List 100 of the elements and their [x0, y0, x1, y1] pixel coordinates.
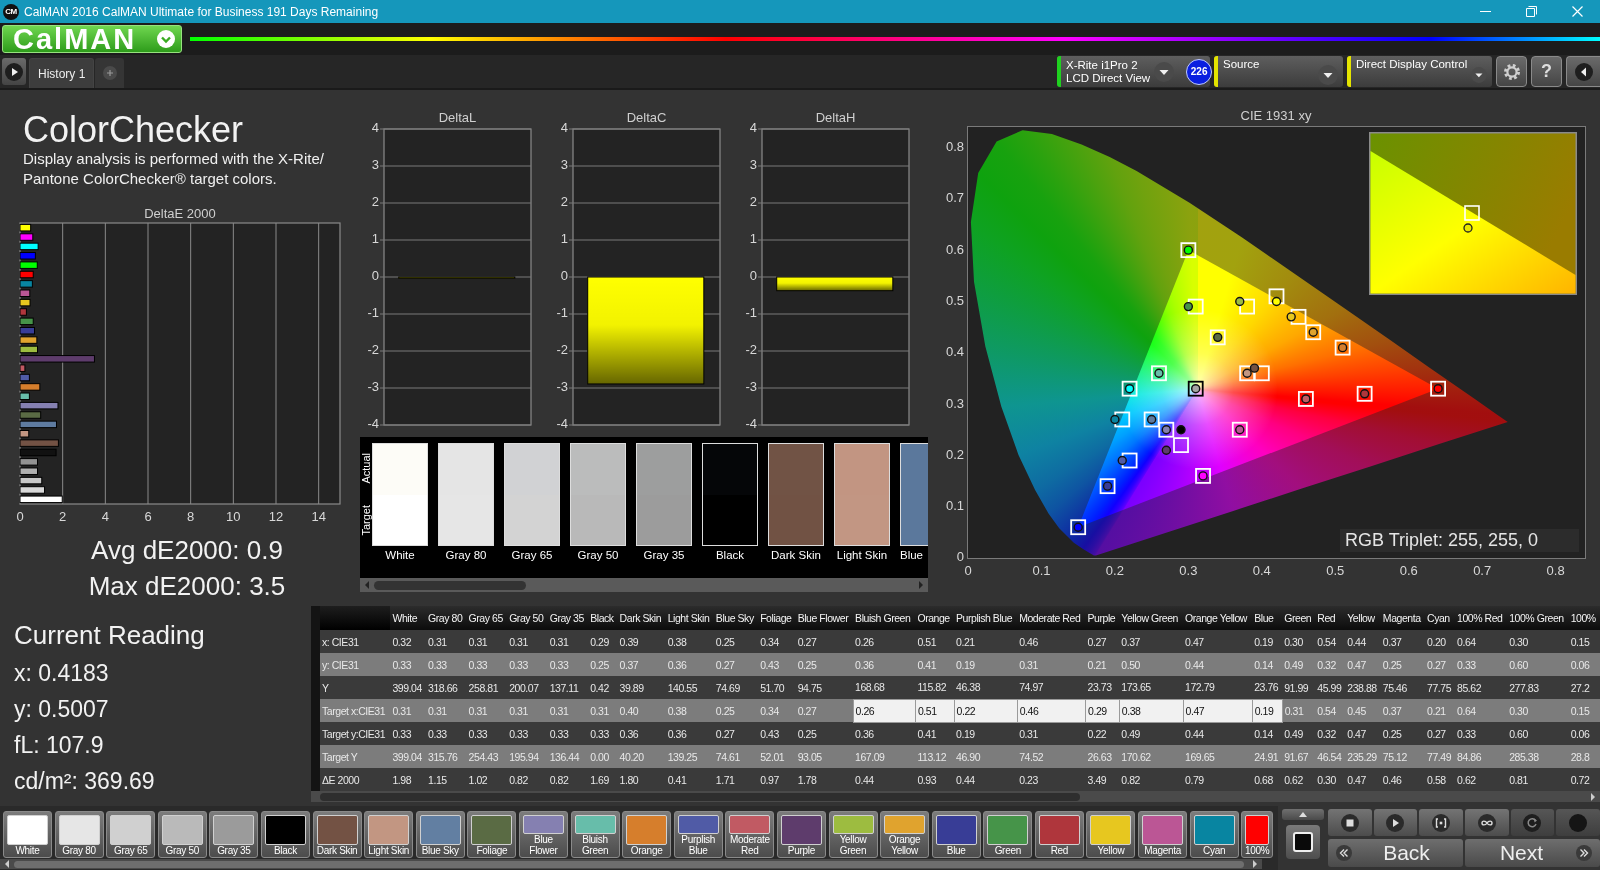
table-cell[interactable]: 1.69: [588, 768, 618, 791]
table-cell[interactable]: 24.91: [1252, 745, 1283, 768]
table-cell[interactable]: 0.44: [1183, 722, 1253, 745]
column-header[interactable]: Yellow: [1345, 606, 1381, 630]
patch-button[interactable]: Light Skin: [364, 811, 414, 858]
table-cell[interactable]: 170.62: [1119, 745, 1184, 768]
table-cell[interactable]: 52.01: [758, 745, 796, 768]
table-cell[interactable]: 0.47: [1345, 768, 1381, 791]
transport-button[interactable]: [1419, 809, 1463, 836]
table-cell[interactable]: 51.70: [758, 676, 796, 699]
patch-button[interactable]: Gray 65: [106, 811, 156, 858]
column-header[interactable]: Red: [1315, 606, 1346, 630]
table-cell[interactable]: 0.44: [1345, 630, 1381, 653]
table-cell[interactable]: 0.33: [466, 722, 508, 745]
column-header[interactable]: 100% Red: [1455, 606, 1508, 630]
table-cell[interactable]: 0.19: [954, 653, 1018, 676]
patch-button[interactable]: Red: [1034, 811, 1084, 858]
table-cell[interactable]: 28.8: [1568, 745, 1600, 768]
table-cell[interactable]: 0.93: [915, 768, 955, 791]
table-cell[interactable]: 0.22: [954, 699, 1018, 722]
column-header[interactable]: Black: [588, 606, 618, 630]
table-cell[interactable]: 0.50: [1119, 653, 1184, 676]
table-cell[interactable]: 0.14: [1252, 653, 1283, 676]
table-cell[interactable]: 74.97: [1017, 676, 1086, 699]
patch-button[interactable]: Moderate Red: [725, 811, 775, 858]
table-cell[interactable]: 0.72: [1568, 768, 1600, 791]
table-cell[interactable]: 0.37: [1380, 699, 1426, 722]
column-header[interactable]: Yellow Green: [1119, 606, 1184, 630]
table-cell[interactable]: 0.47: [1183, 630, 1253, 653]
table-cell[interactable]: 0.31: [507, 699, 548, 722]
transport-button[interactable]: [1465, 809, 1509, 836]
table-cell[interactable]: 0.42: [588, 676, 618, 699]
table-cell[interactable]: 0.26: [853, 699, 916, 722]
table-cell[interactable]: 1.02: [466, 768, 508, 791]
table-cell[interactable]: 0.00: [588, 745, 618, 768]
table-cell[interactable]: 23.73: [1085, 676, 1120, 699]
table-cell[interactable]: 94.75: [795, 676, 854, 699]
new-tab-button[interactable]: [95, 58, 125, 88]
table-cell[interactable]: 0.27: [795, 699, 854, 722]
table-cell[interactable]: 136.44: [547, 745, 589, 768]
table-cell[interactable]: 0.37: [617, 653, 666, 676]
column-header[interactable]: Gray 35: [547, 606, 589, 630]
table-cell[interactable]: 0.31: [588, 699, 618, 722]
stop-button[interactable]: [1286, 825, 1320, 859]
table-cell[interactable]: 74.69: [713, 676, 759, 699]
table-cell[interactable]: 0.27: [1425, 653, 1456, 676]
table-cell[interactable]: 115.82: [915, 676, 955, 699]
table-cell[interactable]: 0.51: [915, 630, 955, 653]
table-cell[interactable]: 40.20: [617, 745, 666, 768]
table-cell[interactable]: 0.45: [1345, 699, 1381, 722]
table-cell[interactable]: 0.31: [466, 630, 508, 653]
table-cell[interactable]: 0.27: [1085, 630, 1120, 653]
table-cell[interactable]: 0.81: [1507, 768, 1569, 791]
table-cell[interactable]: 0.20: [1425, 630, 1456, 653]
patch-button[interactable]: Orange Yellow: [880, 811, 930, 858]
table-cell[interactable]: 1.80: [617, 768, 666, 791]
table-cell[interactable]: 238.88: [1345, 676, 1381, 699]
column-header[interactable]: Blue: [1252, 606, 1283, 630]
table-cell[interactable]: 0.46: [1017, 630, 1086, 653]
column-header[interactable]: Cyan: [1425, 606, 1456, 630]
patch-button[interactable]: Purplish Blue: [673, 811, 723, 858]
column-header[interactable]: Light Skin: [665, 606, 714, 630]
next-button[interactable]: Next: [1465, 839, 1600, 867]
table-cell[interactable]: 0.33: [426, 653, 467, 676]
table-cell[interactable]: 0.32: [390, 630, 427, 653]
table-cell[interactable]: 0.60: [1507, 653, 1569, 676]
table-cell[interactable]: 3.49: [1085, 768, 1120, 791]
table-cell[interactable]: 39.89: [617, 676, 666, 699]
table-cell[interactable]: 77.75: [1425, 676, 1456, 699]
table-cell[interactable]: 75.12: [1380, 745, 1426, 768]
table-cell[interactable]: 258.81: [466, 676, 508, 699]
patch-button[interactable]: White: [3, 811, 52, 858]
table-cell[interactable]: 285.38: [1507, 745, 1569, 768]
patch-button[interactable]: Purple: [776, 811, 826, 858]
dropdown[interactable]: X-Rite i1Pro 2 LCD Direct View: [1066, 58, 1175, 85]
table-cell[interactable]: 0.43: [758, 722, 796, 745]
table-cell[interactable]: 0.14: [1252, 722, 1283, 745]
table-cell[interactable]: 0.21: [954, 630, 1018, 653]
dropdown[interactable]: Direct Display Control: [1347, 56, 1492, 87]
table-cell[interactable]: 0.32: [1315, 722, 1346, 745]
table-cell[interactable]: 0.47: [1345, 722, 1381, 745]
table-cell[interactable]: 0.30: [1507, 699, 1569, 722]
table-cell[interactable]: 75.46: [1380, 676, 1426, 699]
patch-button[interactable]: Cyan: [1189, 811, 1239, 858]
table-cell[interactable]: 0.19: [1252, 699, 1283, 722]
table-cell[interactable]: 0.33: [426, 722, 467, 745]
table-cell[interactable]: 0.31: [507, 630, 548, 653]
table-cell[interactable]: 167.09: [853, 745, 916, 768]
table-cell[interactable]: 91.67: [1282, 745, 1316, 768]
table-cell[interactable]: 0.31: [547, 699, 589, 722]
column-header[interactable]: 100%: [1568, 606, 1600, 630]
column-header[interactable]: Moderate Red: [1017, 606, 1086, 630]
table-cell[interactable]: 168.68: [853, 676, 916, 699]
scrollbar-thumb[interactable]: [374, 580, 526, 590]
table-cell[interactable]: 0.33: [390, 722, 427, 745]
table-cell[interactable]: 1.98: [390, 768, 427, 791]
table-cell[interactable]: 0.15: [1568, 699, 1600, 722]
table-cell[interactable]: 0.32: [1315, 653, 1346, 676]
column-header[interactable]: Foliage: [758, 606, 796, 630]
table-cell[interactable]: 0.31: [426, 630, 467, 653]
